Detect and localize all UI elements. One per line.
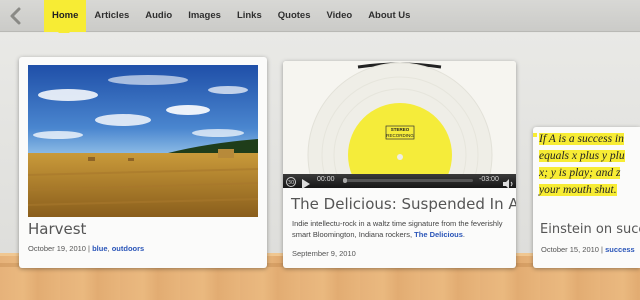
- post-title[interactable]: Harvest: [28, 220, 86, 238]
- play-icon[interactable]: [301, 176, 311, 189]
- post-date: October 19, 2010 |: [28, 244, 90, 253]
- rewind-30-icon[interactable]: 30: [285, 175, 297, 187]
- post-card-quote[interactable]: If A is a success in equals x plus y plu…: [533, 127, 640, 268]
- stamp-line2: RECORDING: [386, 132, 414, 138]
- tag-link[interactable]: blue: [92, 244, 107, 253]
- time-remaining: -03:00: [479, 176, 499, 183]
- quote-text: If A is a success in equals x plus y plu…: [533, 127, 640, 199]
- nav-links[interactable]: Links: [229, 0, 270, 32]
- seek-handle[interactable]: [343, 178, 347, 183]
- band-link[interactable]: The Delicious: [414, 230, 463, 239]
- back-chevron-icon[interactable]: [6, 6, 26, 26]
- post-date: September 9, 2010: [292, 249, 356, 258]
- tag-separator: ,: [107, 244, 110, 253]
- quote-line: If A is a success in: [539, 133, 624, 145]
- tag-link[interactable]: outdoors: [112, 244, 145, 253]
- nav-quotes[interactable]: Quotes: [270, 0, 319, 32]
- nav-images[interactable]: Images: [180, 0, 229, 32]
- nav-about-us[interactable]: About Us: [360, 0, 418, 32]
- volume-icon[interactable]: [503, 176, 514, 189]
- audio-player: 30 00:00 -03:00: [283, 174, 516, 189]
- post-card-harvest[interactable]: Harvest October 19, 2010 | blue, outdoor…: [19, 57, 267, 268]
- main-nav: Home Articles Audio Images Links Quotes …: [44, 0, 418, 38]
- vinyl-record-art: STEREO RECORDING: [283, 61, 516, 177]
- tag-link[interactable]: success: [605, 245, 635, 254]
- nav-home[interactable]: Home: [44, 0, 87, 38]
- post-title[interactable]: The Delicious: Suspended In Air: [291, 195, 516, 213]
- post-title[interactable]: Einstein on success: [540, 222, 640, 237]
- harvest-photo[interactable]: [28, 65, 258, 217]
- time-elapsed: 00:00: [317, 176, 335, 183]
- post-meta: October 15, 2010 | success: [541, 245, 635, 254]
- quote-marker: [533, 133, 537, 137]
- nav-articles[interactable]: Articles: [86, 0, 137, 32]
- post-date: October 15, 2010 |: [541, 245, 603, 254]
- post-description: Indie intellectu-rock in a waltz time si…: [292, 219, 510, 240]
- description-end: .: [462, 229, 466, 239]
- quote-line: your mouth shut.: [539, 184, 617, 196]
- seek-bar[interactable]: [343, 178, 473, 183]
- quote-line: equals x plus y plu: [539, 150, 625, 162]
- nav-audio[interactable]: Audio: [137, 0, 180, 32]
- post-meta: October 19, 2010 | blue, outdoors: [28, 244, 144, 253]
- post-card-audio[interactable]: STEREO RECORDING 30 00:00 -03:00 The Del…: [283, 61, 516, 268]
- nav-video[interactable]: Video: [318, 0, 360, 32]
- description-text: Indie intellectu-rock in a waltz time si…: [292, 219, 503, 239]
- svg-text:30: 30: [288, 180, 294, 186]
- stereo-stamp: STEREO RECORDING: [386, 127, 414, 138]
- quote-line: x; y is play; and z: [539, 167, 621, 179]
- top-navigation-bar: Home Articles Audio Images Links Quotes …: [0, 0, 640, 38]
